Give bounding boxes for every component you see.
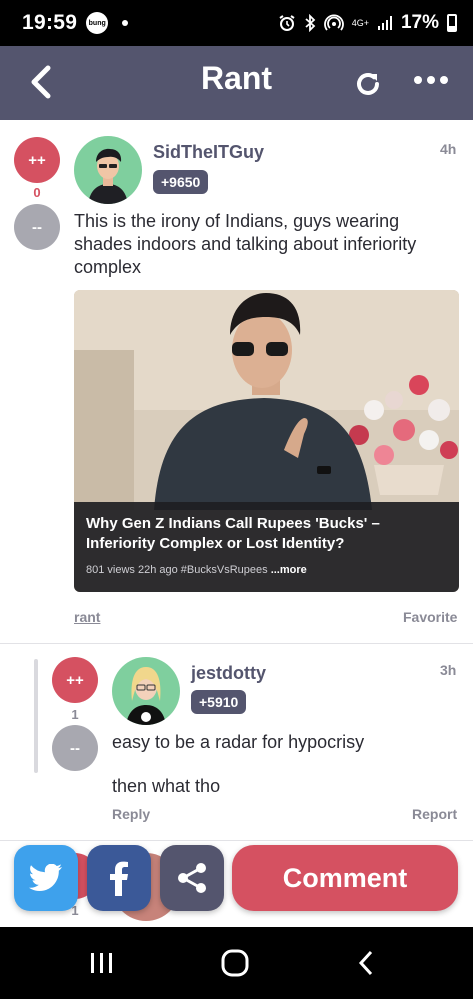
tag-link[interactable]: rant [74, 609, 100, 625]
comment-body-line2: then what tho [112, 776, 221, 796]
favorite-button[interactable]: Favorite [403, 609, 457, 625]
post-body: This is the irony of Indians, guys weari… [74, 211, 417, 277]
divider [0, 643, 473, 644]
video-stats: 801 views 22h ago #BucksVsRupees [86, 564, 268, 576]
system-nav-bar [0, 927, 473, 999]
comment-reputation-badge: +5910 [191, 690, 247, 714]
more-options-icon[interactable] [414, 76, 448, 84]
hotspot-icon [323, 14, 344, 31]
divider [0, 840, 473, 841]
refresh-icon[interactable] [352, 68, 384, 100]
reply-button[interactable]: Reply [112, 806, 150, 822]
bluetooth-icon [305, 14, 316, 32]
downvote-button[interactable]: -- [14, 204, 60, 250]
avatar[interactable] [74, 136, 142, 204]
facebook-icon [110, 861, 128, 896]
video-meta: 801 views 22h ago #BucksVsRupees ...more [86, 564, 447, 576]
reputation-badge: +9650 [153, 170, 209, 194]
notification-dot-icon [122, 20, 129, 26]
alarm-icon [279, 15, 295, 31]
thread-line [34, 659, 38, 773]
recent-apps-icon[interactable] [89, 951, 115, 975]
signal-icon [377, 16, 392, 30]
video-more-link[interactable]: ...more [271, 564, 307, 576]
comment-button[interactable]: Comment [232, 845, 458, 911]
page-title: Rant [200, 60, 273, 96]
comment-upvote-button[interactable]: ++ [52, 657, 98, 703]
share-twitter-button[interactable] [14, 845, 78, 911]
video-title[interactable]: Why Gen Z Indians Call Rupees 'Bucks' – … [86, 514, 447, 554]
notification-app-icon: bung [86, 12, 109, 34]
post-timestamp: 4h [440, 141, 457, 157]
home-icon[interactable] [221, 949, 249, 977]
app-bar: Rant [0, 46, 473, 120]
comment-downvote-button[interactable]: -- [52, 725, 98, 771]
status-time: 19:59 [22, 11, 78, 34]
status-bar: 19:59 bung 4G+ 17% [0, 0, 473, 46]
report-button[interactable]: Report [412, 806, 457, 822]
battery-icon [447, 14, 457, 32]
video-embed[interactable]: Why Gen Z Indians Call Rupees 'Bucks' – … [74, 290, 459, 592]
comment-timestamp: 3h [440, 662, 457, 678]
comment-body-line1: easy to be a radar for hypocrisy [112, 732, 365, 752]
post-score: 0 [33, 185, 41, 200]
comment-username[interactable]: jestdotty [191, 663, 266, 684]
commenter-avatar-icon [126, 667, 166, 725]
upvote-button[interactable]: ++ [14, 137, 60, 183]
network-type: 4G+ [351, 17, 369, 28]
comment-avatar[interactable] [112, 657, 180, 725]
battery-percent: 17% [400, 12, 439, 33]
twitter-icon [29, 864, 62, 891]
back-nav-icon[interactable] [356, 949, 376, 977]
user-avatar-icon [88, 148, 128, 204]
post-username[interactable]: SidTheITGuy [153, 142, 264, 163]
comment-score: 1 [71, 707, 79, 722]
share-button[interactable] [160, 845, 224, 911]
share-icon [178, 863, 206, 893]
video-caption: Why Gen Z Indians Call Rupees 'Bucks' – … [74, 502, 459, 592]
share-facebook-button[interactable] [87, 845, 151, 911]
